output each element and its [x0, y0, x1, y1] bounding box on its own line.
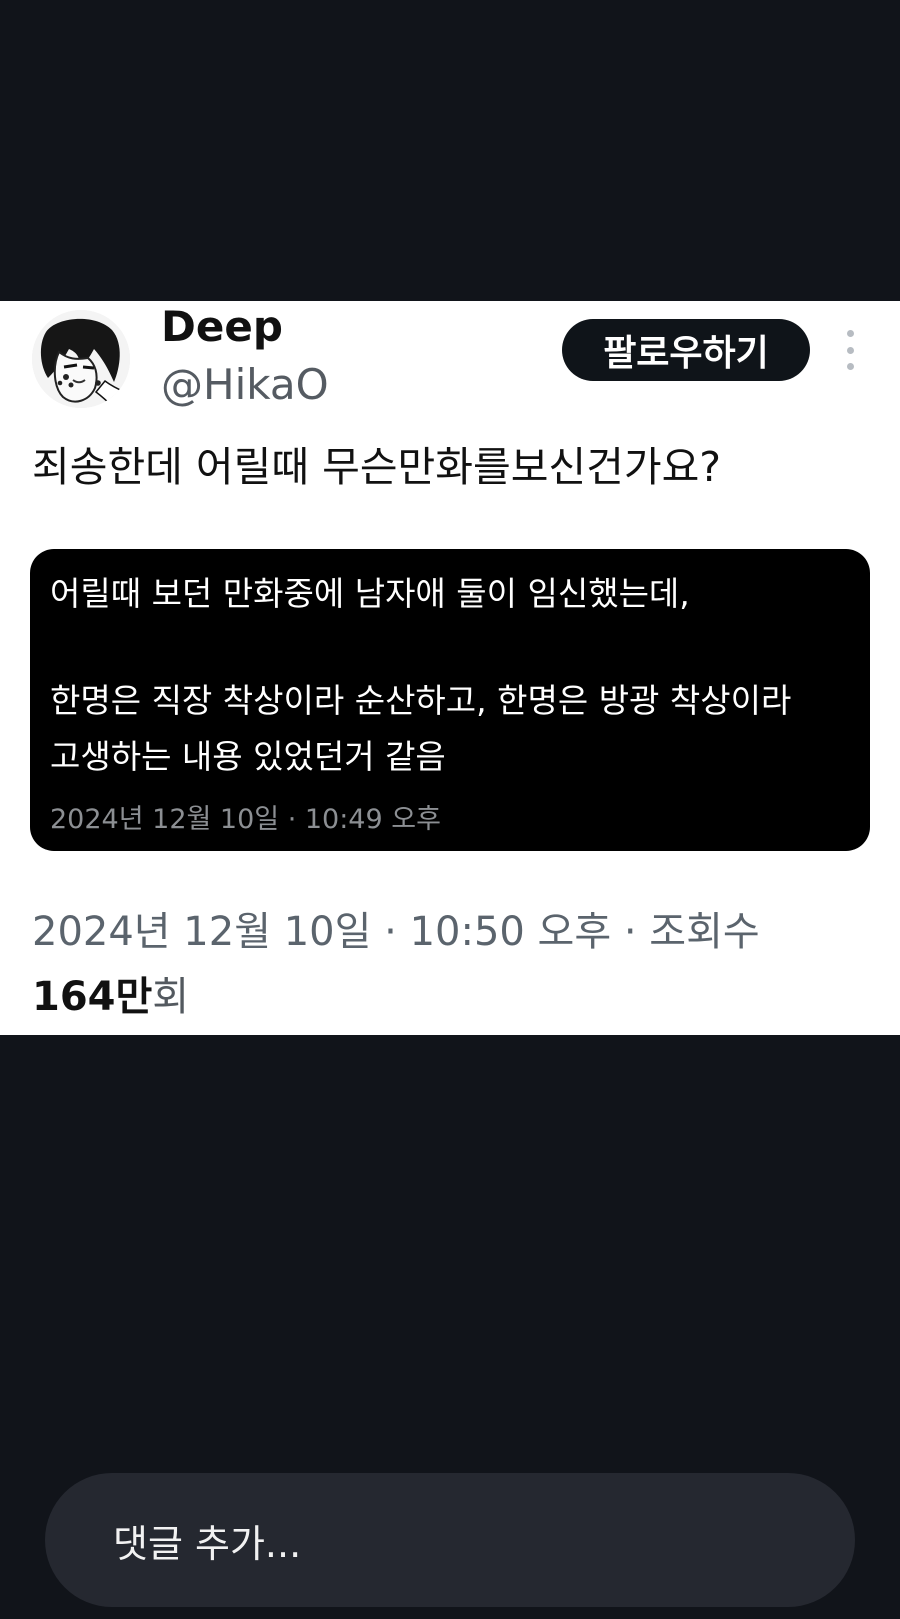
more-dot-icon [846, 330, 854, 337]
more-options-icon[interactable] [838, 330, 862, 370]
quoted-line: 어릴때 보던 만화중에 남자애 둘이 임신했는데, [50, 574, 690, 613]
avatar-illustration [32, 310, 130, 408]
view-count: 164만회 [32, 969, 189, 1025]
view-count-value: 164만 [32, 974, 153, 1020]
quoted-timestamp: 2024년 12월 10일 · 10:49 오후 [50, 804, 441, 835]
more-dot-icon [846, 363, 854, 370]
quoted-spacer [50, 622, 850, 673]
quoted-reply-card[interactable]: 어릴때 보던 만화중에 남자애 둘이 임신했는데, 한명은 직장 착상이라 순산… [30, 549, 870, 851]
quoted-line: 한명은 직장 착상이라 순산하고, 한명은 방광 착상이라 [50, 681, 792, 720]
quoted-line: 고생하는 내용 있었던거 같음 [50, 737, 446, 776]
user-handle[interactable]: @HikaO [161, 360, 329, 410]
display-name[interactable]: Deep [161, 302, 283, 352]
tweet-text: 죄송한데 어릴때 무슨만화를보신건가요? [32, 443, 722, 491]
tweet-metadata: 2024년 12월 10일 · 10:50 오후 · 조회수 [32, 909, 760, 955]
view-count-unit: 회 [152, 974, 190, 1020]
more-dot-icon [846, 346, 854, 354]
user-avatar[interactable] [32, 310, 130, 408]
follow-button[interactable]: 팔로우하기 [562, 319, 810, 381]
comment-input[interactable]: 댓글 추가... [45, 1473, 855, 1607]
page: Deep @HikaO 팔로우하기 죄송한데 어릴때 무슨만화를보신건가요? 어… [0, 0, 900, 1619]
